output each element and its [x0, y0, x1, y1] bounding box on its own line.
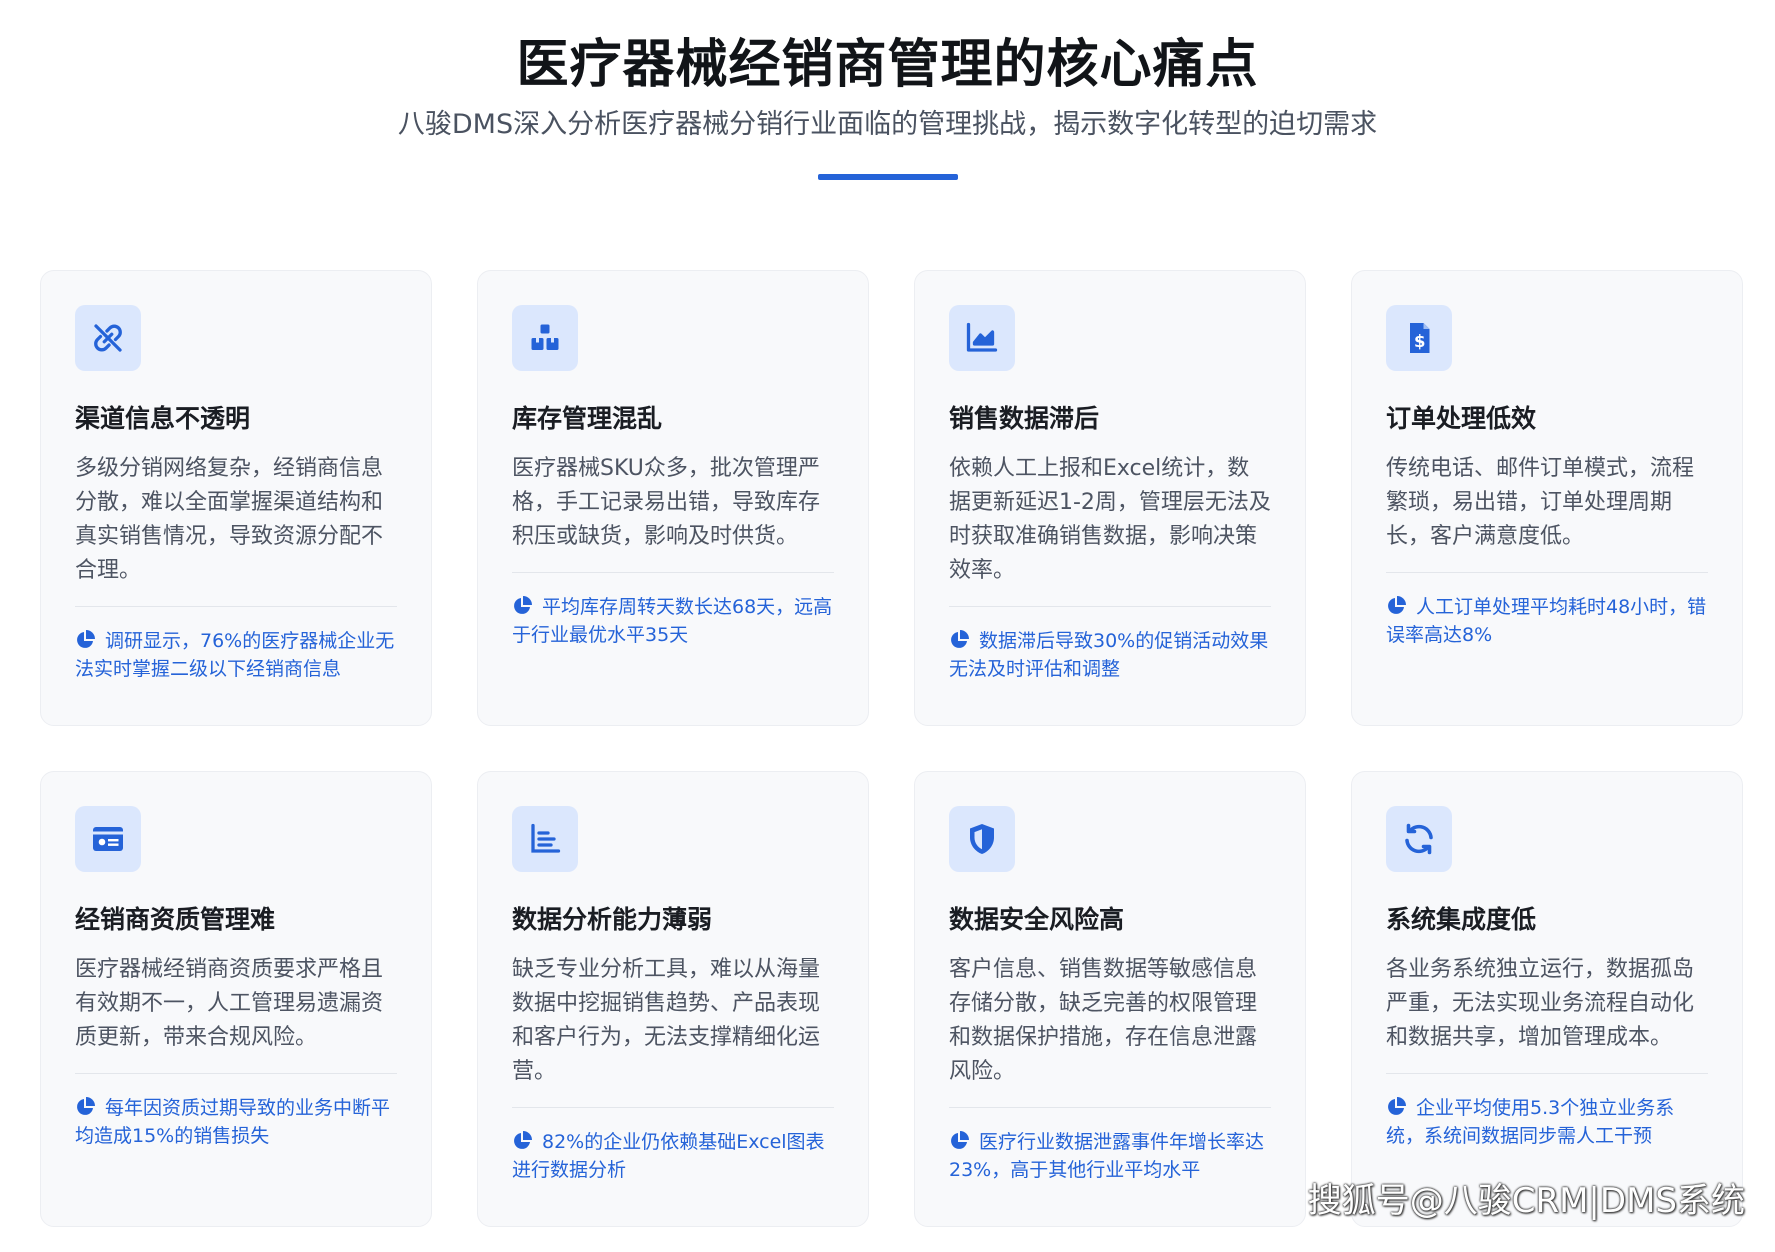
card-description: 缺乏专业分析工具，难以从海量数据中挖掘销售趋势、产品表现和客户行为，无法支撑精细…: [512, 956, 821, 1084]
card-icon-container: [75, 806, 141, 872]
card-dealer-qualification: 经销商资质管理难 医疗器械经销商资质要求严格且有效期不一，人工管理易遗漏资质更新…: [40, 771, 432, 1227]
card-stat: 82%的企业仍依赖基础Excel图表进行数据分析: [512, 1128, 834, 1184]
card-stat-text: 每年因资质过期导致的业务中断平均造成15%的销售损失: [75, 1096, 391, 1147]
pie-chart-icon: [77, 1096, 95, 1115]
card-stat-text: 平均库存周转天数长达68天，远高于行业最优水平35天: [512, 595, 833, 646]
card-divider: [1386, 571, 1708, 573]
boxes-icon: [531, 324, 559, 350]
pie-chart-icon: [1388, 595, 1406, 614]
card-stat-text: 企业平均使用5.3个独立业务系统，系统间数据同步需人工干预: [1386, 1096, 1675, 1147]
card-title: 订单处理低效: [1386, 404, 1537, 433]
card-divider: [512, 1106, 834, 1108]
card-stat: 平均库存周转天数长达68天，远高于行业最优水平35天: [512, 593, 834, 649]
card-stat-text: 医疗行业数据泄露事件年增长率达23%，高于其他行业平均水平: [949, 1130, 1265, 1181]
card-description: 各业务系统独立运行，数据孤岛严重，无法实现业务流程自动化和数据共享，增加管理成本…: [1386, 956, 1695, 1050]
card-system-integration: 系统集成度低 各业务系统独立运行，数据孤岛严重，无法实现业务流程自动化和数据共享…: [1351, 771, 1743, 1227]
card-divider: [512, 571, 834, 573]
card-title: 渠道信息不透明: [75, 404, 251, 433]
card-divider: [75, 1072, 397, 1074]
card-sales-data: 销售数据滞后 依赖人工上报和Excel统计，数据更新延迟1-2周，管理层无法及时…: [914, 270, 1306, 726]
card-title: 经销商资质管理难: [75, 905, 276, 934]
pie-chart-icon: [951, 629, 969, 648]
bar-chart-icon: [531, 823, 561, 853]
card-description: 依赖人工上报和Excel统计，数据更新延迟1-2周，管理层无法及时获取准确销售数…: [949, 455, 1271, 583]
card-description: 多级分销网络复杂，经销商信息分散，难以全面掌握渠道结构和真实销售情况，导致资源分…: [75, 455, 384, 583]
card-order-processing: $ 订单处理低效 传统电话、邮件订单模式，流程繁琐，易出错，订单处理周期长，客户…: [1351, 270, 1743, 726]
area-chart-icon: [966, 322, 998, 352]
card-description: 医疗器械经销商资质要求严格且有效期不一，人工管理易遗漏资质更新，带来合规风险。: [75, 956, 384, 1050]
card-title: 库存管理混乱: [512, 404, 663, 433]
card-icon-container: [1386, 806, 1452, 872]
card-icon-container: $: [1386, 305, 1452, 371]
card-description: 医疗器械SKU众多，批次管理严格，手工记录易出错，导致库存积压或缺货，影响及时供…: [512, 455, 821, 549]
card-icon-container: [949, 806, 1015, 872]
card-data-analysis: 数据分析能力薄弱 缺乏专业分析工具，难以从海量数据中挖掘销售趋势、产品表现和客户…: [477, 771, 869, 1227]
page: 医疗器械经销商管理的核心痛点 八骏DMS深入分析医疗器械分销行业面临的管理挑战，…: [0, 0, 1775, 1252]
card-channel-info: 渠道信息不透明 多级分销网络复杂，经销商信息分散，难以全面掌握渠道结构和真实销售…: [40, 270, 432, 726]
card-divider: [949, 1106, 1271, 1108]
card-title: 数据安全风险高: [949, 905, 1125, 934]
card-icon-container: [512, 806, 578, 872]
card-stat: 数据滞后导致30%的促销活动效果无法及时评估和调整: [949, 627, 1271, 683]
shield-icon: [970, 824, 994, 854]
title-underline: [818, 174, 958, 180]
card-stat-text: 数据滞后导致30%的促销活动效果无法及时评估和调整: [949, 629, 1269, 680]
svg-text:$: $: [1414, 332, 1425, 351]
pie-chart-icon: [514, 595, 532, 614]
pain-point-grid: 渠道信息不透明 多级分销网络复杂，经销商信息分散，难以全面掌握渠道结构和真实销售…: [40, 270, 1745, 1227]
page-subtitle: 八骏DMS深入分析医疗器械分销行业面临的管理挑战，揭示数字化转型的迫切需求: [397, 109, 1378, 140]
pie-chart-icon: [951, 1130, 969, 1149]
link-broken-icon: [94, 324, 122, 352]
card-stat-text: 人工订单处理平均耗时48小时，错误率高达8%: [1386, 595, 1707, 646]
pie-chart-icon: [77, 629, 95, 648]
pie-chart-icon: [514, 1130, 532, 1149]
card-inventory: 库存管理混乱 医疗器械SKU众多，批次管理严格，手工记录易出错，导致库存积压或缺…: [477, 270, 869, 726]
card-title: 数据分析能力薄弱: [512, 905, 713, 934]
card-divider: [75, 605, 397, 607]
card-stat-text: 82%的企业仍依赖基础Excel图表进行数据分析: [512, 1130, 825, 1181]
invoice-dollar-icon: $: [1410, 323, 1430, 353]
sync-icon: [1405, 823, 1433, 855]
card-icon-container: [949, 305, 1015, 371]
watermark: 搜狐号@八骏CRM|DMS系统: [1307, 1181, 1745, 1221]
card-description: 客户信息、销售数据等敏感信息存储分散，缺乏完善的权限管理和数据保护措施，存在信息…: [949, 956, 1258, 1084]
card-stat-text: 调研显示，76%的医疗器械企业无法实时掌握二级以下经销商信息: [75, 629, 395, 680]
pie-chart-icon: [1388, 1096, 1406, 1115]
card-stat: 人工订单处理平均耗时48小时，错误率高达8%: [1386, 593, 1708, 649]
card-stat: 企业平均使用5.3个独立业务系统，系统间数据同步需人工干预: [1386, 1094, 1708, 1150]
card-title: 销售数据滞后: [949, 404, 1100, 433]
id-card-icon: [93, 827, 123, 851]
card-stat: 调研显示，76%的医疗器械企业无法实时掌握二级以下经销商信息: [75, 627, 397, 683]
page-title: 医疗器械经销商管理的核心痛点: [516, 35, 1259, 95]
card-divider: [949, 605, 1271, 607]
card-title: 系统集成度低: [1386, 905, 1537, 934]
card-divider: [1386, 1072, 1708, 1074]
card-data-security: 数据安全风险高 客户信息、销售数据等敏感信息存储分散，缺乏完善的权限管理和数据保…: [914, 771, 1306, 1227]
card-description: 传统电话、邮件订单模式，流程繁琐，易出错，订单处理周期长，客户满意度低。: [1386, 455, 1695, 549]
card-stat: 医疗行业数据泄露事件年增长率达23%，高于其他行业平均水平: [949, 1128, 1271, 1184]
card-icon-container: [512, 305, 578, 371]
card-icon-container: [75, 305, 141, 371]
card-stat: 每年因资质过期导致的业务中断平均造成15%的销售损失: [75, 1094, 397, 1150]
